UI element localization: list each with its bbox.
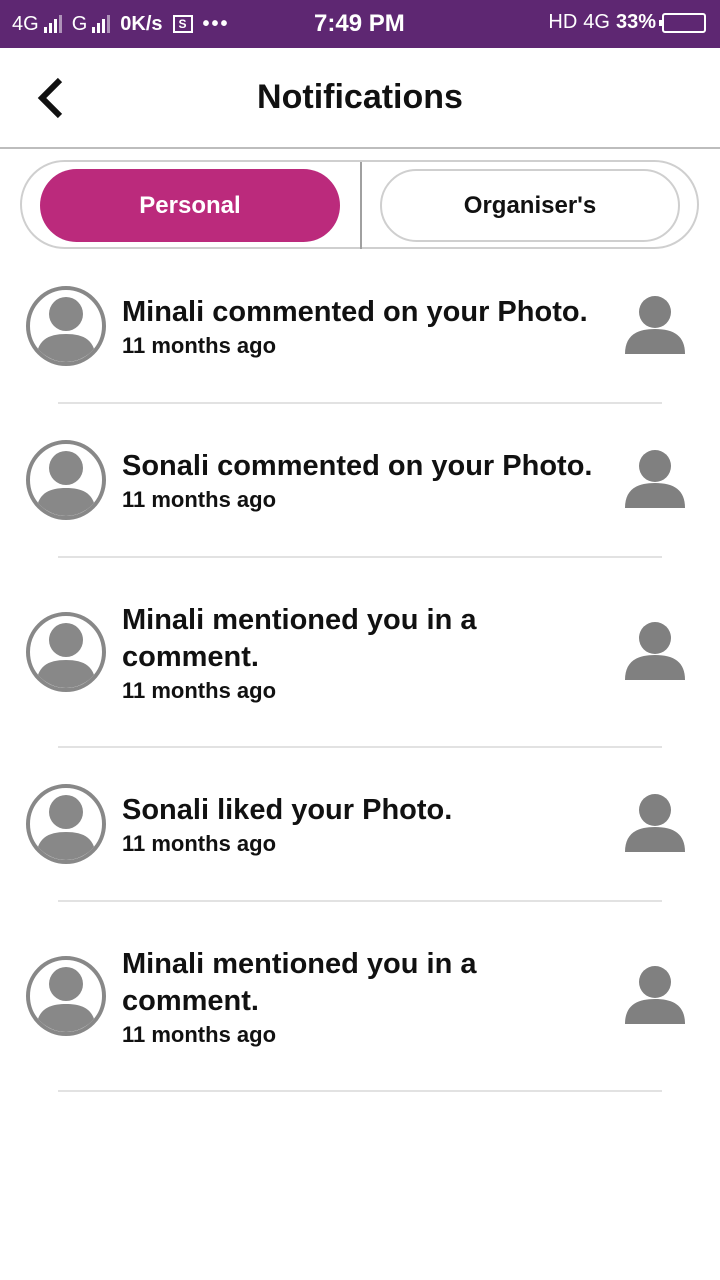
network-indicator-1: 4G	[12, 13, 62, 36]
data-speed: 0K/s	[120, 12, 163, 35]
network-type-label: 4G	[583, 11, 610, 33]
user-placeholder-icon	[36, 967, 96, 1032]
tab-switcher: Personal Organiser's	[20, 160, 699, 249]
notification-list: Minali commented on your Photo. 11 month…	[0, 250, 720, 1092]
notification-message: Sonali liked your Photo.	[122, 794, 453, 826]
notification-time: 11 months ago	[122, 333, 277, 358]
more-notifications-icon: •••	[202, 12, 230, 35]
user-avatar[interactable]	[26, 956, 106, 1036]
user-placeholder-icon	[625, 966, 685, 1024]
notification-text: Minali mentioned you in a comment. 11 mo…	[122, 602, 602, 704]
notification-item[interactable]: Sonali commented on your Photo. 11 month…	[0, 404, 720, 558]
notification-item[interactable]: Sonali liked your Photo. 11 months ago	[0, 748, 720, 902]
signal-icon	[92, 15, 111, 33]
photo-thumbnail[interactable]	[622, 964, 688, 1026]
hd-indicator: HD	[548, 11, 578, 33]
status-left-group: 4G G 0K/s S •••	[12, 13, 230, 36]
notification-text: Sonali liked your Photo. 11 months ago	[122, 792, 602, 857]
user-avatar[interactable]	[26, 440, 106, 520]
notification-text: Sonali commented on your Photo. 11 month…	[122, 448, 602, 513]
network-type-label: 4G	[12, 12, 39, 35]
user-placeholder-icon	[36, 451, 96, 516]
user-placeholder-icon	[36, 297, 96, 362]
status-time: 7:49 PM	[314, 10, 405, 37]
user-avatar[interactable]	[26, 784, 106, 864]
notification-time: 11 months ago	[122, 1022, 277, 1047]
user-placeholder-icon	[625, 450, 685, 508]
notification-item[interactable]: Minali mentioned you in a comment. 11 mo…	[0, 902, 720, 1092]
photo-thumbnail[interactable]	[622, 294, 688, 356]
notification-time: 11 months ago	[122, 831, 277, 856]
user-placeholder-icon	[625, 296, 685, 354]
photo-thumbnail[interactable]	[622, 792, 688, 854]
photo-thumbnail[interactable]	[622, 620, 688, 682]
user-placeholder-icon	[36, 795, 96, 860]
screenshot-icon: S	[172, 15, 193, 33]
tab-organisers[interactable]: Organiser's	[380, 169, 680, 242]
photo-thumbnail[interactable]	[622, 448, 688, 510]
user-placeholder-icon	[625, 622, 685, 680]
status-bar: 4G G 0K/s S ••• 7:49 PM HD 4G 33%	[0, 0, 720, 48]
battery-icon	[659, 12, 706, 33]
notification-item[interactable]: Minali mentioned you in a comment. 11 mo…	[0, 558, 720, 748]
page-title: Notifications	[257, 78, 463, 116]
notification-message: Sonali commented on your Photo.	[122, 450, 593, 482]
user-placeholder-icon	[625, 794, 685, 852]
status-right-group: HD 4G 33%	[548, 11, 706, 34]
notification-message: Minali mentioned you in a comment.	[122, 948, 477, 1017]
notification-text: Minali mentioned you in a comment. 11 mo…	[122, 946, 602, 1048]
app-header: Notifications	[0, 48, 720, 149]
network-indicator-2: G	[72, 13, 111, 36]
user-avatar[interactable]	[26, 286, 106, 366]
user-avatar[interactable]	[26, 612, 106, 692]
tab-personal[interactable]: Personal	[40, 169, 340, 242]
notification-item[interactable]: Minali commented on your Photo. 11 month…	[0, 250, 720, 404]
battery-percent: 33%	[615, 11, 656, 33]
network-type-label: G	[71, 12, 88, 35]
notification-message: Minali mentioned you in a comment.	[122, 604, 477, 673]
notification-time: 11 months ago	[122, 487, 277, 512]
divider	[58, 1090, 662, 1092]
notification-message: Minali commented on your Photo.	[122, 296, 588, 328]
notification-time: 11 months ago	[122, 678, 277, 703]
notification-text: Minali commented on your Photo. 11 month…	[122, 294, 602, 359]
tab-divider	[360, 162, 362, 249]
signal-icon	[43, 15, 62, 33]
user-placeholder-icon	[36, 623, 96, 688]
